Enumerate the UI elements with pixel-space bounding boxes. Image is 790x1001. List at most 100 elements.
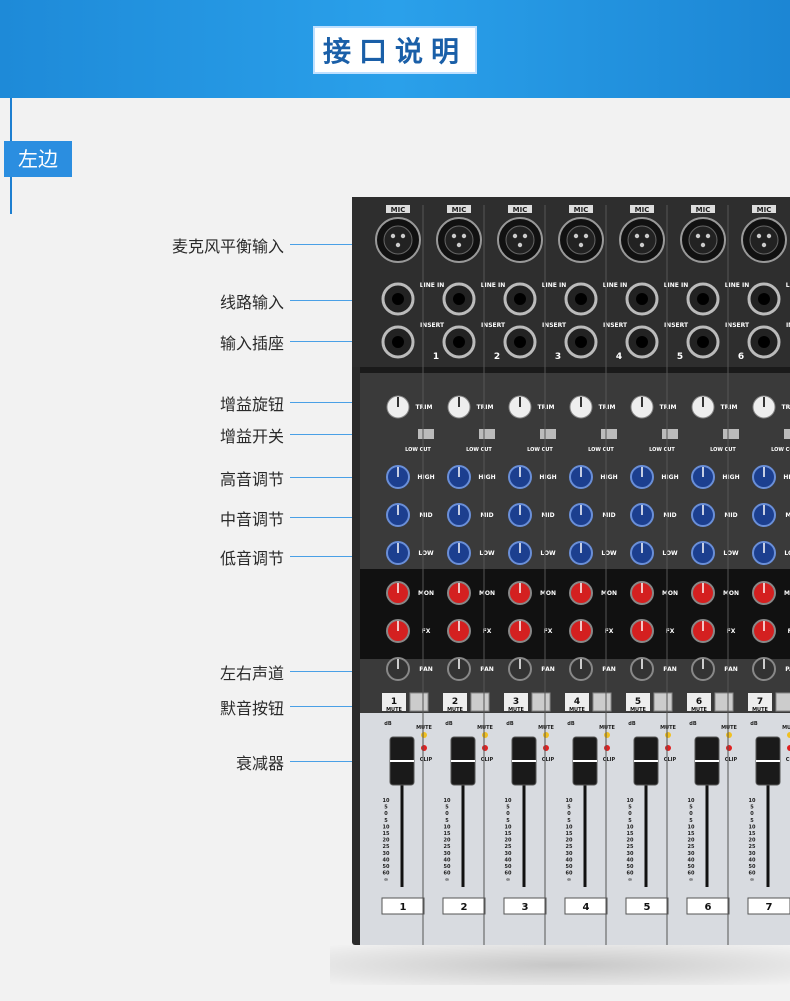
pan-label: PAN <box>724 666 738 673</box>
gain-switch <box>662 429 678 439</box>
aux-label-mon: MON <box>418 590 434 597</box>
fader-scale-mark: 60 <box>749 871 756 877</box>
xlr-pin <box>644 233 650 239</box>
eq-label-low: LOW <box>784 550 790 557</box>
clip-label: CLIP <box>664 757 677 763</box>
fader-scale-mark: ∞ <box>689 877 693 883</box>
pan-label: PAN <box>480 666 494 673</box>
xlr-pin <box>578 242 584 248</box>
insert-hole <box>636 336 648 348</box>
label-bass-eq: 低音调节 <box>219 549 284 568</box>
aux-label-mon: MON <box>601 590 617 597</box>
aux-label-mon: MON <box>540 590 556 597</box>
mic-label: MIC <box>452 206 467 214</box>
header-banner: 接口说明 <box>0 0 790 98</box>
fader-scale-mark: 40 <box>505 857 512 863</box>
label-insert-jack: 输入插座 <box>219 334 284 353</box>
fader-scale-mark: 40 <box>627 857 634 863</box>
channel-number-mute: 7 <box>757 697 763 707</box>
fader-scale-mark: 5 <box>628 818 632 824</box>
fader-scale-mark: 20 <box>749 838 756 844</box>
channel-number-mute: 1 <box>391 697 397 707</box>
pan-label: PAN <box>663 666 677 673</box>
channel-number-mute: 6 <box>696 697 702 707</box>
pan-label: PAN <box>785 666 790 673</box>
clip-label: CLIP <box>603 757 616 763</box>
fader-scale-mark: 10 <box>627 798 634 804</box>
page-title: 接口说明 <box>0 26 790 74</box>
page-title-text: 接口说明 <box>312 26 477 74</box>
fader-scale-mark: 60 <box>444 871 451 877</box>
insert-hole <box>575 336 587 348</box>
xlr-pin <box>756 233 762 239</box>
fader-scale-mark: 0 <box>750 811 754 817</box>
mute-button <box>470 692 490 712</box>
fader-scale-mark: 50 <box>444 864 451 870</box>
fader-scale-mark: ∞ <box>628 877 632 883</box>
db-label: dB <box>567 721 575 727</box>
db-label: dB <box>445 721 453 727</box>
channel-number-mute: 2 <box>452 697 458 707</box>
fader-scale-mark: 25 <box>383 844 390 850</box>
fader-scale-mark: 20 <box>505 838 512 844</box>
insert-hole <box>392 336 404 348</box>
mixer-image: MIC LINE IN INSERT 1 TRIM LOW CUT HIGH MID LOW MO… <box>352 197 790 945</box>
insert-hole <box>514 336 526 348</box>
xlr-pin <box>639 242 645 248</box>
mute-label: MUTE <box>752 707 768 713</box>
mute-button <box>653 692 673 712</box>
channel-number-bottom: 6 <box>705 902 712 913</box>
fader-scale-mark: 40 <box>688 857 695 863</box>
eq-label-low: LOW <box>723 550 739 557</box>
line-in-hole <box>575 293 587 305</box>
gain-switch <box>479 429 495 439</box>
fader-scale-mark: 0 <box>384 811 388 817</box>
xlr-pin <box>583 233 589 239</box>
fader-scale-mark: ∞ <box>567 877 571 883</box>
eq-label-high: HIGH <box>661 474 678 481</box>
eq-label-high: HIGH <box>539 474 556 481</box>
aux-label-mon: MON <box>723 590 739 597</box>
eq-label-mid: MID <box>724 512 737 519</box>
fader-scale-mark: 10 <box>383 798 390 804</box>
fader-scale-mark: 40 <box>383 857 390 863</box>
fader-scale-mark: 15 <box>444 831 451 837</box>
label-line-input: 线路输入 <box>219 293 284 312</box>
xlr-pin <box>512 233 518 239</box>
eq-label-high: HIGH <box>417 474 434 481</box>
eq-label-mid: MID <box>785 512 790 519</box>
fader-scale-mark: 25 <box>444 844 451 850</box>
fader-scale-mark: 15 <box>505 831 512 837</box>
db-label: dB <box>750 721 758 727</box>
pan-label: PAN <box>602 666 616 673</box>
fader-scale-mark: 40 <box>566 857 573 863</box>
fader-scale-mark: 25 <box>688 844 695 850</box>
fader-scale-mark: 50 <box>627 864 634 870</box>
fader-scale-mark: 25 <box>505 844 512 850</box>
fader-scale-mark: 5 <box>384 818 388 824</box>
mute-label: MUTE <box>691 707 707 713</box>
section-tag: 左边 <box>4 141 72 177</box>
mute-label: MUTE <box>508 707 524 713</box>
channel-number-top: 1 <box>433 352 439 362</box>
fader-scale-mark: 5 <box>689 805 693 811</box>
mute-label: MUTE <box>569 707 585 713</box>
clip-label: CLIP <box>481 757 494 763</box>
fader-scale-mark: 5 <box>750 818 754 824</box>
eq-label-mid: MID <box>663 512 676 519</box>
db-label: dB <box>689 721 697 727</box>
fader-scale-mark: 20 <box>688 838 695 844</box>
mute-led-label: MUTE <box>782 725 790 731</box>
fader-scale-mark: 15 <box>749 831 756 837</box>
fader-scale-mark: 10 <box>627 824 634 830</box>
insert-hole <box>758 336 770 348</box>
channel-number-mute: 3 <box>513 697 519 707</box>
low-cut-label: LOW CUT <box>710 447 736 453</box>
mute-led-label: MUTE <box>599 725 615 731</box>
fader-scale-mark: 5 <box>567 818 571 824</box>
fader-scale-mark: 10 <box>444 824 451 830</box>
mute-led <box>543 732 549 738</box>
channel-number-mute: 5 <box>635 697 641 707</box>
xlr-pin <box>695 233 701 239</box>
label-gain-knob: 增益旋钮 <box>219 395 284 414</box>
